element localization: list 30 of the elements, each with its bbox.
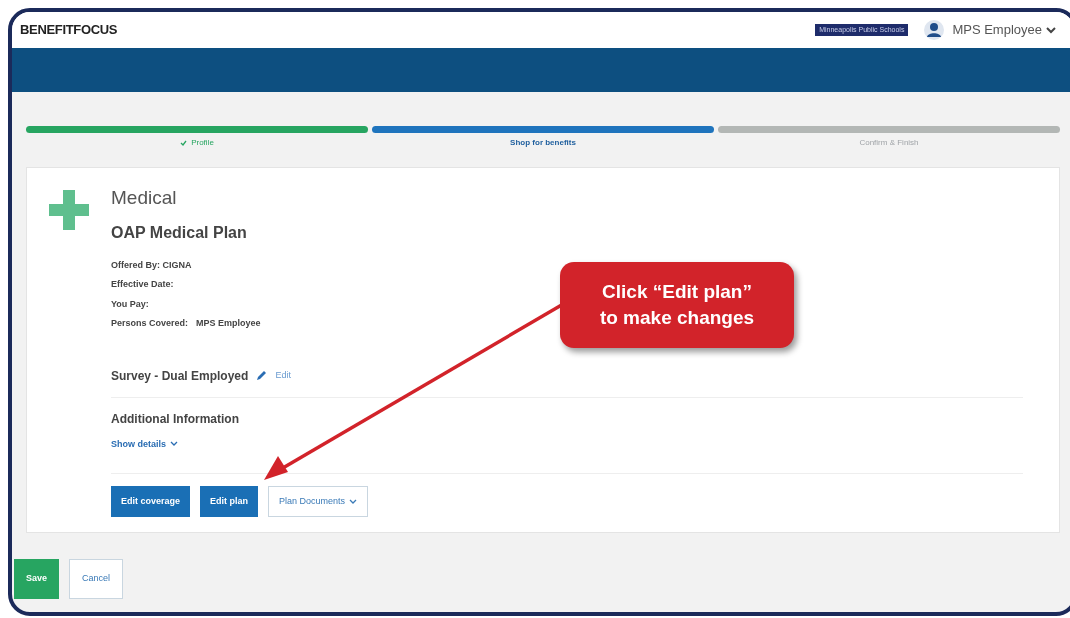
survey-title: Survey - Dual Employed bbox=[111, 367, 249, 385]
chevron-icon bbox=[170, 441, 178, 448]
callout-text: to make changes bbox=[599, 306, 755, 330]
plan-detail: Offered By: CIGNA bbox=[111, 258, 192, 272]
pencil-icon bbox=[256, 370, 268, 381]
check-icon bbox=[180, 140, 188, 146]
persons-covered-label: Persons Covered: bbox=[111, 317, 189, 330]
progress-step-label: Shop for benefits bbox=[510, 137, 576, 149]
callout-text: Click “Edit plan” bbox=[602, 280, 752, 304]
action-button[interactable]: Edit plan bbox=[200, 486, 259, 517]
plan-detail: You Pay: bbox=[111, 297, 149, 311]
section-title: Additional Information bbox=[111, 410, 240, 428]
progress-step-label: Confirm & Finish bbox=[859, 137, 919, 149]
plan-detail: Effective Date: bbox=[111, 278, 174, 291]
category-title: Medical bbox=[111, 186, 178, 210]
dropdown-button[interactable]: Plan Documents bbox=[268, 486, 369, 517]
cancel-button[interactable]: Cancel bbox=[69, 559, 124, 599]
user-menu[interactable]: MPS Employee bbox=[952, 20, 1056, 40]
logo: BENEFITFOCUS bbox=[20, 21, 118, 40]
plan-name: OAP Medical Plan bbox=[111, 222, 248, 243]
show-details-link[interactable]: Show details bbox=[111, 437, 178, 451]
action-button[interactable]: Edit coverage bbox=[111, 486, 191, 517]
chevron-icon bbox=[1046, 26, 1056, 34]
persons-covered-value: MPS Employee bbox=[196, 317, 261, 330]
user-icon bbox=[924, 20, 945, 40]
medical-cross-icon bbox=[49, 190, 89, 230]
edit-link[interactable]: Edit bbox=[275, 368, 291, 383]
chevron-icon bbox=[349, 498, 358, 505]
progress-step-label: Profile bbox=[180, 137, 214, 149]
save-button[interactable]: Save bbox=[14, 559, 60, 599]
